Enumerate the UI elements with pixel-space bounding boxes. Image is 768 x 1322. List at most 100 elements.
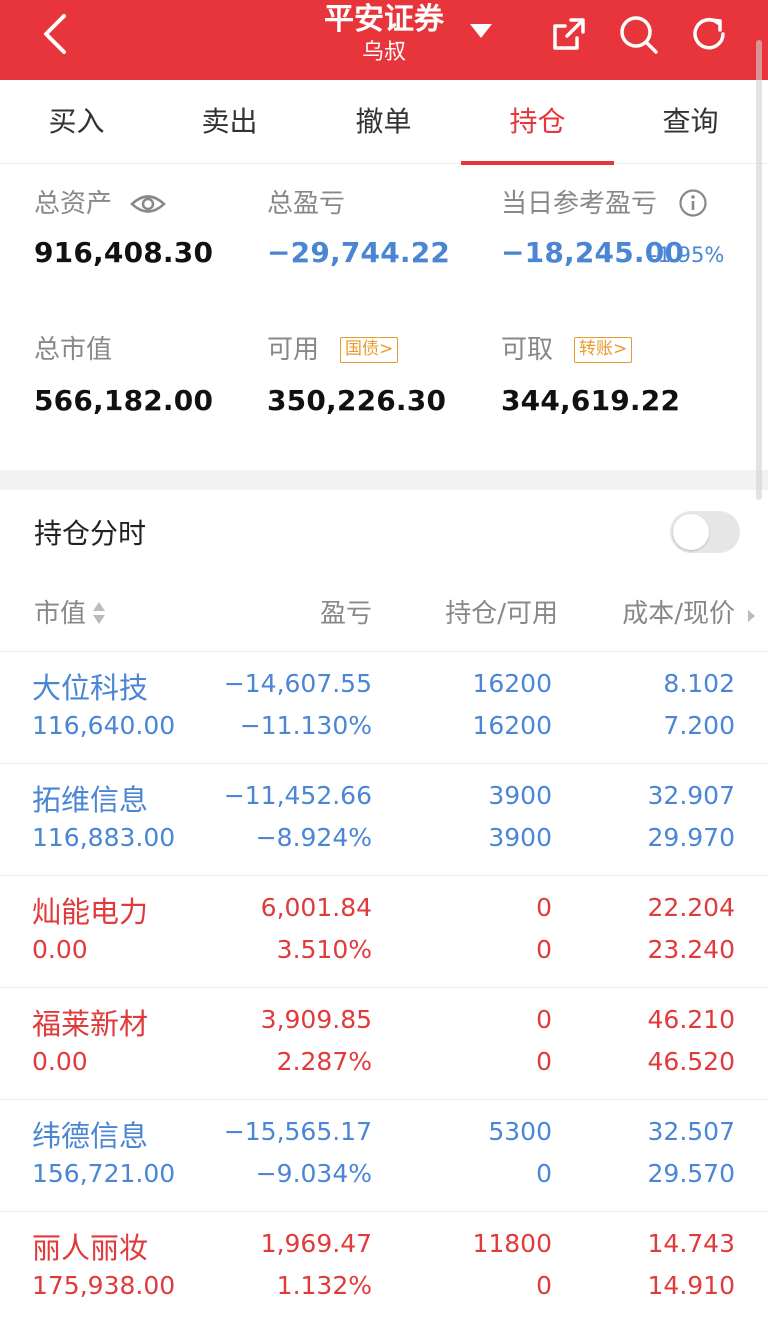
position-qty: 0 <box>536 1005 552 1034</box>
available-qty: 3900 <box>488 823 552 852</box>
current-price: 14.910 <box>647 1271 735 1300</box>
positions-table-header: 市值 盈亏 持仓/可用 成本/现价 <box>0 578 768 652</box>
sort-icon[interactable] <box>92 600 106 626</box>
account-summary: 总资产 916,408.30 总盈亏 −29,744.22 当日参考盈亏 −18… <box>0 165 768 470</box>
pnl-amount: 3,909.85 <box>260 1005 372 1034</box>
current-price: 29.570 <box>647 1159 735 1188</box>
scrollbar[interactable] <box>756 40 762 500</box>
available-qty: 0 <box>536 1047 552 1076</box>
pnl-amount: −14,607.55 <box>223 669 372 698</box>
table-row[interactable]: 福莱新材 0.00 3,909.85 2.287% 0 0 46.210 46.520 <box>0 988 768 1100</box>
pnl-amount: −11,452.66 <box>223 781 372 810</box>
cost-price: 8.102 <box>663 669 735 698</box>
daily-pnl-label: 当日参考盈亏 <box>501 189 658 219</box>
current-price: 7.200 <box>663 711 735 740</box>
pnl-amount: 6,001.84 <box>260 893 372 922</box>
total-pnl-label: 总盈亏 <box>267 189 346 219</box>
position-qty: 0 <box>536 893 552 922</box>
available-qty: 0 <box>536 1159 552 1188</box>
tab-buy[interactable]: 买入 <box>0 80 153 164</box>
market-value: 175,938.00 <box>32 1271 176 1300</box>
search-icon[interactable] <box>616 12 660 56</box>
stock-name: 丽人丽妆 <box>32 1231 149 1265</box>
tab-label: 买入 <box>48 105 105 138</box>
header-cost-price: 成本/现价 <box>622 599 735 629</box>
available-qty: 16200 <box>472 711 552 740</box>
positions-intraday-toggle[interactable] <box>670 511 740 553</box>
available-qty: 0 <box>536 1271 552 1300</box>
market-value: 116,640.00 <box>32 711 176 740</box>
pnl-percent: −9.034% <box>255 1159 372 1188</box>
bond-tag[interactable]: 国债> <box>340 337 399 363</box>
available-label: 可用 <box>267 335 320 365</box>
info-icon[interactable] <box>678 188 708 218</box>
eye-icon[interactable] <box>130 191 166 217</box>
cost-price: 46.210 <box>647 1005 735 1034</box>
market-value: 156,721.00 <box>32 1159 176 1188</box>
header-pnl: 盈亏 <box>319 599 372 629</box>
position-qty: 3900 <box>488 781 552 810</box>
tab-positions[interactable]: 持仓 <box>461 80 614 165</box>
refresh-icon[interactable] <box>687 12 731 56</box>
pnl-percent: 3.510% <box>276 935 372 964</box>
table-row[interactable]: 拓维信息 116,883.00 −11,452.66 −8.924% 3900 3900 3… <box>0 764 768 876</box>
withdrawable-label: 可取 <box>501 335 554 365</box>
stock-name: 拓维信息 <box>32 783 149 817</box>
market-value-label: 总市值 <box>34 335 113 365</box>
daily-pnl-percent: -1.95% <box>650 243 725 267</box>
header-market-value[interactable]: 市值 <box>34 594 86 634</box>
dropdown-caret-icon[interactable] <box>470 24 492 38</box>
pnl-percent: 2.287% <box>276 1047 372 1076</box>
available-qty: 0 <box>536 935 552 964</box>
pnl-amount: −15,565.17 <box>223 1117 372 1146</box>
current-price: 46.520 <box>647 1047 735 1076</box>
tab-label: 持仓 <box>509 105 566 138</box>
cost-price: 32.507 <box>647 1117 735 1146</box>
top-bar: 平安证券 乌叔 <box>0 0 768 80</box>
table-row[interactable]: 丽人丽妆 175,938.00 1,969.47 1.132% 11800 0 14.743… <box>0 1212 768 1322</box>
total-assets-value: 916,408.30 <box>34 236 214 269</box>
stock-name: 灿能电力 <box>32 895 149 929</box>
tab-label: 撤单 <box>355 105 412 138</box>
cost-price: 14.743 <box>647 1229 735 1258</box>
pnl-amount: 1,969.47 <box>260 1229 372 1258</box>
position-qty: 5300 <box>488 1117 552 1146</box>
broker-title[interactable]: 平安证券 <box>324 0 444 40</box>
positions-intraday-label: 持仓分时 <box>34 517 147 550</box>
tab-sell[interactable]: 卖出 <box>153 80 306 164</box>
toggle-knob <box>673 514 709 550</box>
tab-cancel[interactable]: 撤单 <box>307 80 460 164</box>
available-value: 350,226.30 <box>267 384 447 417</box>
market-value: 0.00 <box>32 935 88 964</box>
transfer-tag[interactable]: 转账> <box>574 337 633 363</box>
positions-intraday-row: 持仓分时 <box>0 490 768 578</box>
market-value: 116,883.00 <box>32 823 176 852</box>
table-row[interactable]: 大位科技 116,640.00 −14,607.55 −11.130% 16200 162… <box>0 652 768 764</box>
trade-tabs: 买入 卖出 撤单 持仓 查询 <box>0 80 768 165</box>
position-qty: 11800 <box>472 1229 552 1258</box>
header-position-available: 持仓/可用 <box>445 599 558 629</box>
scroll-right-icon[interactable] <box>746 608 756 624</box>
tab-label: 卖出 <box>201 105 258 138</box>
tab-query[interactable]: 查询 <box>614 80 767 164</box>
market-value: 0.00 <box>32 1047 88 1076</box>
withdrawable-value: 344,619.22 <box>501 384 681 417</box>
market-value-value: 566,182.00 <box>34 384 214 417</box>
stock-name: 大位科技 <box>32 671 149 705</box>
stock-name: 福莱新材 <box>32 1007 149 1041</box>
pnl-percent: −8.924% <box>255 823 372 852</box>
table-row[interactable]: 灿能电力 0.00 6,001.84 3.510% 0 0 22.204 23.240 <box>0 876 768 988</box>
pnl-percent: 1.132% <box>276 1271 372 1300</box>
position-qty: 16200 <box>472 669 552 698</box>
cost-price: 32.907 <box>647 781 735 810</box>
current-price: 23.240 <box>647 935 735 964</box>
tab-label: 查询 <box>662 105 719 138</box>
table-row[interactable]: 纬德信息 156,721.00 −15,565.17 −9.034% 5300 0 32.5… <box>0 1100 768 1212</box>
share-icon[interactable] <box>547 12 591 56</box>
total-assets-label: 总资产 <box>34 189 113 219</box>
current-price: 29.970 <box>647 823 735 852</box>
stock-name: 纬德信息 <box>32 1119 149 1153</box>
section-divider <box>0 470 768 490</box>
pnl-percent: −11.130% <box>239 711 372 740</box>
cost-price: 22.204 <box>647 893 735 922</box>
